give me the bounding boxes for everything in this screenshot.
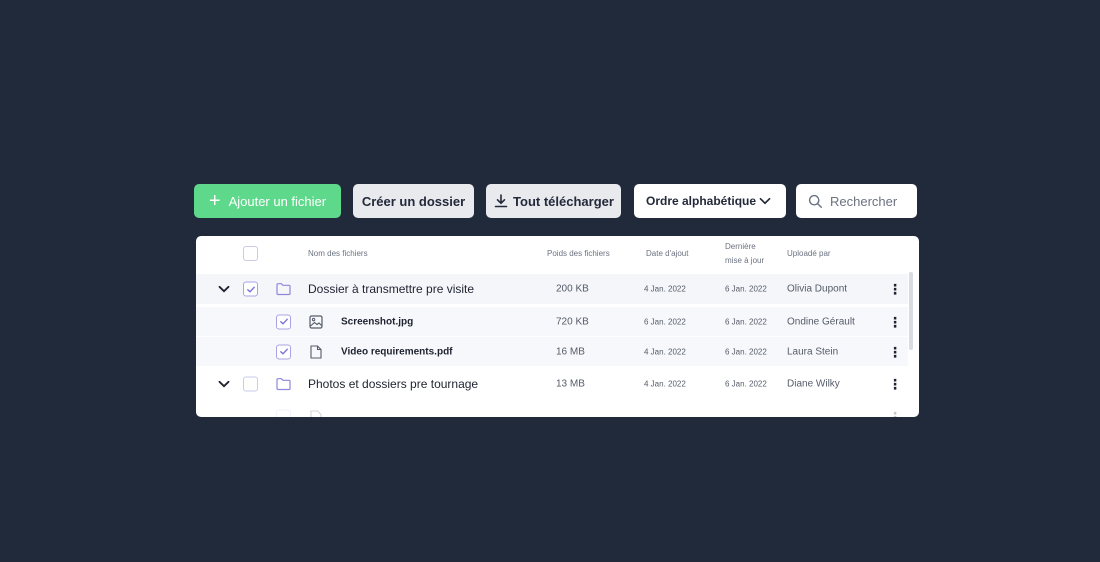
download-icon: [494, 194, 508, 208]
create-folder-button[interactable]: Créer un dossier: [353, 184, 474, 218]
last-updated: 6 Jan. 2022: [725, 284, 767, 294]
file-size: 200 KB: [556, 283, 589, 295]
file-name[interactable]: Photos et dossiers pre tournage: [308, 377, 478, 391]
more-options-icon[interactable]: ⋮: [888, 377, 902, 391]
more-options-icon[interactable]: ⋮: [888, 345, 902, 359]
file-icon: [310, 410, 322, 417]
table-row[interactable]: Video requirements.pdf 16 MB 4 Jan. 2022…: [196, 337, 908, 366]
last-updated: 6 Jan. 2022: [725, 317, 767, 326]
select-all-checkbox[interactable]: [243, 246, 258, 261]
header-uploaded-by: Uploadé par: [787, 249, 831, 258]
header-date-added: Date d'ajout: [646, 249, 689, 258]
file-size: 13 MB: [556, 378, 585, 390]
table-row[interactable]: Photos et dossiers pre tournage 13 MB 4 …: [196, 369, 908, 399]
more-options-icon: ⋮: [888, 409, 902, 417]
more-options-icon[interactable]: ⋮: [888, 315, 902, 329]
sort-select[interactable]: Ordre alphabétique: [634, 184, 786, 218]
file-table: Nom des fichiers Poids des fichiers Date…: [196, 236, 919, 417]
header-file-name: Nom des fichiers: [308, 249, 368, 258]
search-placeholder: Rechercher: [830, 193, 898, 209]
sort-select-value: Ordre alphabétique: [646, 194, 757, 208]
file-name[interactable]: Video requirements.pdf: [341, 346, 453, 357]
file-size: 16 MB: [556, 346, 585, 357]
search-input[interactable]: Rechercher: [796, 184, 917, 218]
row-checkbox: [276, 409, 291, 417]
image-icon: [309, 314, 323, 329]
chevron-down-icon: [759, 197, 771, 205]
add-file-button[interactable]: + Ajouter un fichier: [194, 184, 341, 218]
date-added: 4 Jan. 2022: [644, 347, 686, 356]
row-checkbox[interactable]: [276, 344, 291, 359]
uploaded-by: Laura Stein: [787, 346, 839, 357]
table-row-partial: ⋮: [196, 404, 908, 417]
chevron-down-icon[interactable]: [217, 377, 231, 391]
date-added: 4 Jan. 2022: [644, 379, 686, 389]
header-last-update-line2: mise à jour: [725, 256, 765, 265]
check-icon: [246, 286, 255, 293]
create-folder-label: Créer un dossier: [361, 193, 466, 209]
check-icon: [279, 348, 288, 355]
chevron-down-icon[interactable]: [217, 282, 231, 296]
file-size: 720 KB: [556, 316, 589, 327]
date-added: 6 Jan. 2022: [644, 317, 686, 326]
row-checkbox[interactable]: [243, 376, 258, 392]
scrollbar[interactable]: [909, 272, 913, 350]
header-last-update-line1: Dernière: [725, 242, 756, 251]
folder-icon: [276, 283, 291, 296]
table-row[interactable]: Dossier à transmettre pre visite 200 KB …: [196, 274, 908, 304]
plus-icon: +: [208, 190, 221, 212]
more-options-icon[interactable]: ⋮: [888, 282, 902, 296]
folder-icon: [276, 378, 291, 391]
uploaded-by: Ondine Gérault: [787, 316, 855, 327]
file-name[interactable]: Dossier à transmettre pre visite: [308, 282, 474, 296]
search-icon: [808, 194, 822, 208]
add-file-label: Ajouter un fichier: [228, 193, 327, 209]
row-checkbox[interactable]: [243, 281, 258, 297]
date-added: 4 Jan. 2022: [644, 284, 686, 294]
last-updated: 6 Jan. 2022: [725, 379, 767, 389]
table-header: Nom des fichiers Poids des fichiers Date…: [196, 236, 919, 270]
uploaded-by: Diane Wilky: [787, 378, 840, 390]
file-name[interactable]: Screenshot.jpg: [341, 316, 413, 327]
toolbar: + Ajouter un fichier Créer un dossier To…: [194, 184, 917, 218]
download-all-button[interactable]: Tout télécharger: [486, 184, 621, 218]
row-checkbox[interactable]: [276, 314, 291, 329]
header-file-size: Poids des fichiers: [547, 249, 610, 258]
last-updated: 6 Jan. 2022: [725, 347, 767, 356]
check-icon: [279, 318, 288, 325]
uploaded-by: Olivia Dupont: [787, 283, 848, 295]
table-row[interactable]: Screenshot.jpg 720 KB 6 Jan. 2022 6 Jan.…: [196, 307, 908, 336]
file-icon: [310, 344, 322, 359]
download-all-label: Tout télécharger: [513, 193, 614, 209]
